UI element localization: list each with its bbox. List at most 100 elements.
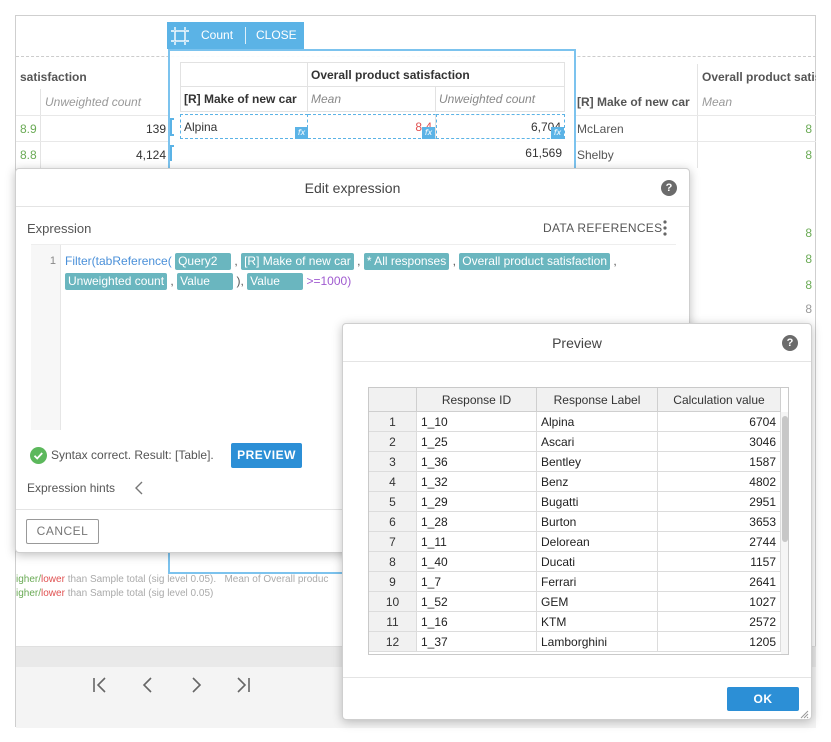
expression-hints-toggle[interactable]: Expression hints bbox=[27, 481, 115, 495]
toolbar-divider bbox=[245, 27, 246, 44]
bg-left-count: 4,124 bbox=[40, 142, 170, 168]
bg-left-mean: 8.9 bbox=[20, 122, 37, 136]
dialog-title: Edit expression bbox=[16, 169, 689, 207]
widget-toolbar: Count CLOSE bbox=[167, 22, 304, 49]
bg-subheader-mean: Mean bbox=[697, 89, 816, 115]
code-comma: , bbox=[170, 274, 174, 288]
calculation-value-cell: 6704 bbox=[658, 412, 781, 432]
data-reference-chip[interactable]: Value bbox=[247, 273, 304, 291]
chevron-left-icon[interactable] bbox=[134, 481, 144, 495]
response-label-cell: Burton bbox=[537, 512, 658, 532]
line-number: 1 bbox=[49, 255, 56, 267]
calculation-value-cell: 4802 bbox=[658, 472, 781, 492]
response-label-cell: Bentley bbox=[537, 452, 658, 472]
table-row: 5 1_29 Bugatti 2951 bbox=[369, 492, 788, 512]
data-reference-chip[interactable]: Query2 bbox=[175, 253, 232, 271]
resize-handle-icon[interactable] bbox=[799, 708, 809, 719]
widget-row-header: [R] Make of new car bbox=[180, 87, 308, 112]
table-row: 9 1_7 Ferrari 2641 bbox=[369, 572, 788, 592]
fx-icon[interactable]: fx bbox=[551, 127, 564, 139]
expression-code[interactable]: Filter(tabReference( Query2 , [R] Make o… bbox=[65, 251, 665, 291]
widget-table: Overall product satisfaction [R] Make of… bbox=[180, 62, 565, 172]
first-page-icon[interactable] bbox=[90, 675, 110, 695]
row-index: 7 bbox=[369, 532, 417, 552]
more-options-icon[interactable] bbox=[662, 219, 668, 237]
select-frame-icon[interactable] bbox=[170, 26, 190, 49]
response-label-cell: Lamborghini bbox=[537, 632, 658, 652]
index-header bbox=[369, 388, 417, 412]
calculation-value-cell: 1157 bbox=[658, 552, 781, 572]
response-id-cell: 1_10 bbox=[417, 412, 537, 432]
next-page-icon[interactable] bbox=[186, 675, 206, 695]
close-button[interactable]: CLOSE bbox=[256, 22, 297, 49]
data-reference-chip[interactable]: Overall product satisfaction bbox=[459, 253, 610, 271]
response-label-cell: Bugatti bbox=[537, 492, 658, 512]
fx-icon[interactable]: fx bbox=[295, 127, 308, 139]
widget-count-value: 61,569 bbox=[525, 146, 562, 160]
scrollbar-thumb[interactable] bbox=[782, 416, 788, 542]
data-reference-chip[interactable]: Unweighted count bbox=[65, 273, 168, 291]
row-index: 6 bbox=[369, 512, 417, 532]
data-reference-chip[interactable]: * All responses bbox=[363, 253, 450, 271]
widget-mean-value[interactable]: 8.4 bbox=[308, 114, 436, 139]
bg-right-mean: 8 bbox=[805, 278, 812, 292]
widget-column-header: Overall product satisfaction bbox=[308, 62, 565, 87]
legend-text: than Sample total (sig level 0.05). bbox=[64, 574, 217, 585]
bg-right-mean: 8 bbox=[697, 116, 816, 142]
response-id-cell: 1_32 bbox=[417, 472, 537, 492]
response-id-cell: 1_28 bbox=[417, 512, 537, 532]
bg-right-mean: 8 bbox=[805, 302, 812, 316]
response-id-cell: 1_7 bbox=[417, 572, 537, 592]
calculation-value-cell: 1587 bbox=[658, 452, 781, 472]
table-row: 10 1_52 GEM 1027 bbox=[369, 592, 788, 612]
preview-scrollbar[interactable] bbox=[781, 412, 788, 654]
significance-legend: igher/lower than Sample total (sig level… bbox=[16, 574, 328, 585]
data-reference-chip[interactable]: [R] Make of new car bbox=[241, 253, 354, 271]
help-icon[interactable]: ? bbox=[782, 335, 798, 351]
ok-button[interactable]: OK bbox=[727, 687, 799, 711]
column-header: Response ID bbox=[417, 388, 537, 412]
data-references-button[interactable]: DATA REFERENCES bbox=[543, 221, 662, 235]
syntax-status: Syntax correct. Result: [Table]. bbox=[51, 448, 214, 462]
calculation-value-cell: 1205 bbox=[658, 632, 781, 652]
fx-icon[interactable]: fx bbox=[422, 127, 435, 139]
cancel-button[interactable]: CANCEL bbox=[26, 519, 99, 544]
widget-unweighted-label: Unweighted count bbox=[436, 87, 565, 112]
bg-left-mean: 8.8 bbox=[20, 148, 37, 162]
last-page-icon[interactable] bbox=[233, 675, 253, 695]
bg-subheader-row-header: [R] Make of new car bbox=[577, 95, 690, 109]
preview-table: Response ID Response Label Calculation v… bbox=[368, 387, 789, 655]
expression-label: Expression bbox=[27, 221, 92, 236]
response-id-cell: 1_52 bbox=[417, 592, 537, 612]
response-label-cell: GEM bbox=[537, 592, 658, 612]
response-label-cell: Delorean bbox=[537, 532, 658, 552]
row-index: 1 bbox=[369, 412, 417, 432]
row-index: 12 bbox=[369, 632, 417, 652]
table-row: 4 1_32 Benz 4802 bbox=[369, 472, 788, 492]
calculation-value-cell: 2572 bbox=[658, 612, 781, 632]
bg-header-left: satisfaction bbox=[20, 70, 87, 84]
row-index: 9 bbox=[369, 572, 417, 592]
widget-count-value[interactable]: 6,704 bbox=[436, 114, 565, 139]
table-row: 6 1_28 Burton 3653 bbox=[369, 512, 788, 532]
previous-page-icon[interactable] bbox=[138, 675, 158, 695]
code-comma: , bbox=[240, 274, 244, 288]
bg-right-mean: 8 bbox=[805, 252, 812, 266]
line-gutter: 1 bbox=[31, 245, 61, 430]
widget-row-label[interactable]: Alpina bbox=[180, 114, 308, 139]
calculation-value-cell: 3653 bbox=[658, 512, 781, 532]
row-bracket-icon bbox=[170, 118, 174, 136]
row-index: 5 bbox=[369, 492, 417, 512]
table-row: 3 1_36 Bentley 1587 bbox=[369, 452, 788, 472]
table-row: 12 1_37 Lamborghini 1205 bbox=[369, 632, 788, 652]
preview-button[interactable]: PREVIEW bbox=[231, 443, 302, 468]
response-id-cell: 1_40 bbox=[417, 552, 537, 572]
help-icon[interactable]: ? bbox=[661, 180, 677, 196]
count-button[interactable]: Count bbox=[201, 22, 233, 49]
preview-title: Preview bbox=[343, 324, 811, 362]
code-function: Filter( bbox=[65, 254, 96, 268]
widget-mean-label: Mean bbox=[308, 87, 436, 112]
bg-right-mean: 8 bbox=[697, 142, 816, 168]
data-reference-chip[interactable]: Value bbox=[177, 273, 234, 291]
row-index: 4 bbox=[369, 472, 417, 492]
